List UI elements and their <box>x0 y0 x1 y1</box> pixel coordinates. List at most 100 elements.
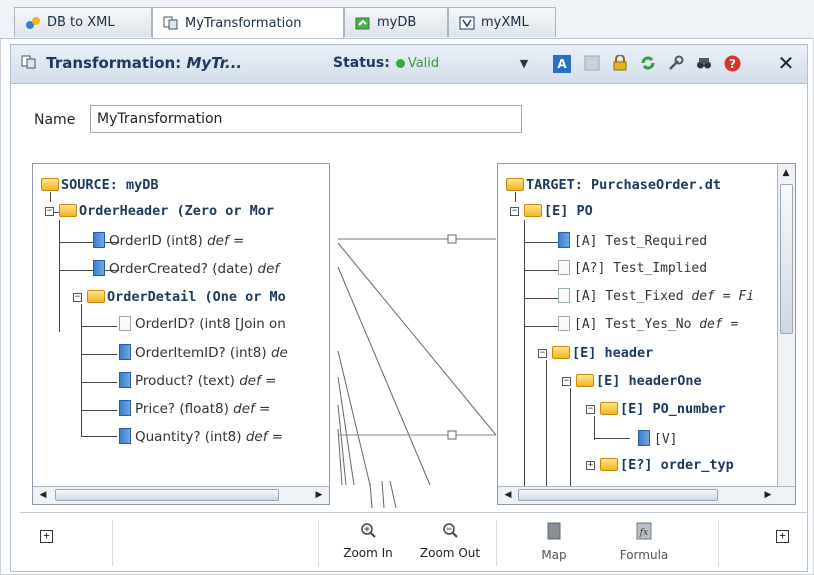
close-icon[interactable]: ✕ <box>777 53 795 73</box>
divider <box>496 520 497 566</box>
find-icon[interactable] <box>695 55 713 73</box>
collapse-icon[interactable]: − <box>586 405 595 414</box>
zoom-in-icon <box>336 522 400 542</box>
attribute-icon <box>558 232 570 248</box>
tree-node-value[interactable]: [V] <box>638 430 677 447</box>
tree-node-orderdetail[interactable]: OrderDetail (One or Mo <box>87 289 286 305</box>
tree-node-header[interactable]: [E] header <box>552 345 653 361</box>
node-label: Quantity? (int8) <box>135 429 242 445</box>
tree-node-orderitemid[interactable]: OrderItemID? (int8) de <box>119 344 288 361</box>
tree-node-orderheader[interactable]: OrderHeader (Zero or Mor <box>59 203 274 219</box>
zoom-out-icon <box>414 522 486 542</box>
tab-label: myXML <box>481 15 529 30</box>
divider <box>112 520 113 566</box>
scroll-up-icon[interactable]: ▲ <box>778 166 794 181</box>
dropdown-icon[interactable]: ▼ <box>515 55 533 73</box>
tools-icon[interactable] <box>667 55 685 73</box>
target-vscrollbar[interactable]: ▲ <box>777 164 795 486</box>
collapse-icon[interactable]: − <box>538 349 547 358</box>
tab-mydb[interactable]: myDB <box>344 7 448 37</box>
help-icon[interactable]: ? <box>723 55 741 73</box>
scroll-right-icon[interactable]: ▶ <box>311 488 327 503</box>
xml-icon <box>459 16 475 30</box>
expand-icon[interactable]: + <box>586 461 595 470</box>
node-label: Price? (float8) <box>135 401 229 417</box>
zoom-in-button[interactable]: Zoom In <box>336 522 400 560</box>
node-label: OrderID? (int8 [Join on <box>135 316 286 332</box>
zoom-in-label: Zoom In <box>343 546 393 560</box>
node-label: [E] headerOne <box>596 373 702 389</box>
target-tree[interactable]: TARGET: PurchaseOrder.dt − [E] PO [A] Te… <box>497 163 796 505</box>
zoom-out-label: Zoom Out <box>419 546 481 560</box>
valid-dot-icon <box>395 58 405 68</box>
lock-icon[interactable] <box>611 54 629 73</box>
scroll-left-icon[interactable]: ◀ <box>35 488 51 503</box>
node-label: [V] <box>654 432 678 447</box>
document-icon <box>558 260 570 275</box>
tree-node-test-yes-no[interactable]: [A] Test_Yes_No def = <box>558 316 738 332</box>
tree-node-order-type[interactable]: [E?] order_typ <box>600 457 734 473</box>
db-xml-icon <box>25 16 41 30</box>
tab-mytransformation[interactable]: MyTransformation <box>152 7 344 38</box>
tree-node-test-fixed[interactable]: [A] Test_Fixed def = Fi <box>558 288 754 304</box>
node-label: OrderItemID? (int8) <box>135 345 267 361</box>
scroll-thumb[interactable] <box>518 489 718 501</box>
map-icon <box>532 522 576 544</box>
target-root[interactable]: TARGET: PurchaseOrder.dt <box>506 177 721 193</box>
text-icon[interactable]: A <box>553 55 571 73</box>
expand-source-icon[interactable]: + <box>40 530 53 543</box>
refresh-icon[interactable] <box>639 55 657 73</box>
source-root[interactable]: SOURCE: myDB <box>41 177 159 193</box>
scroll-thumb[interactable] <box>55 489 279 501</box>
zoom-out-button[interactable]: Zoom Out <box>414 522 486 560</box>
document-icon <box>119 316 131 331</box>
mapping-canvas <box>337 234 497 508</box>
tree-node-orderid[interactable]: OrderID (int8) def = <box>93 232 244 249</box>
tree-node-test-implied[interactable]: [A?] Test_Implied <box>558 260 707 276</box>
title-name: MyTr... <box>186 54 243 72</box>
folder-icon <box>41 178 59 191</box>
name-input[interactable] <box>90 105 522 133</box>
document-icon <box>558 288 570 303</box>
expand-target-icon[interactable]: + <box>776 530 789 543</box>
node-def: def = <box>233 401 271 417</box>
column-icon <box>93 260 105 276</box>
folder-icon <box>524 204 542 217</box>
tree-node-test-required[interactable]: [A] Test_Required <box>558 232 707 249</box>
tree-node-po[interactable]: [E] PO <box>524 203 593 219</box>
tab-myxml[interactable]: myXML <box>448 7 556 37</box>
formula-icon: fx <box>614 522 674 544</box>
tree-node-ordercreated[interactable]: OrderCreated? (date) def <box>93 260 279 277</box>
collapse-icon[interactable]: − <box>73 293 82 302</box>
save-icon[interactable] <box>583 55 601 73</box>
transformation-icon <box>163 16 179 30</box>
divider <box>318 520 319 566</box>
column-icon <box>119 400 131 416</box>
map-label: Map <box>541 548 567 562</box>
folder-icon <box>600 458 618 471</box>
collapse-icon[interactable]: − <box>562 377 571 386</box>
map-button[interactable]: Map <box>532 522 576 562</box>
tree-node-headerone[interactable]: [E] headerOne <box>576 373 702 389</box>
tree-node-po-number[interactable]: [E] PO_number <box>600 401 726 417</box>
formula-button[interactable]: fx Formula <box>614 522 674 562</box>
scroll-right-icon[interactable]: ▶ <box>760 488 776 503</box>
tab-label: MyTransformation <box>185 15 302 31</box>
mapping-node[interactable] <box>447 430 457 440</box>
tab-db-to-xml[interactable]: DB to XML <box>14 7 152 37</box>
tree-node-product[interactable]: Product? (text) def = <box>119 372 276 389</box>
node-def: def <box>257 261 280 277</box>
scroll-thumb[interactable] <box>780 184 793 334</box>
collapse-icon[interactable]: − <box>45 207 54 216</box>
tree-node-price[interactable]: Price? (float8) def = <box>119 400 270 417</box>
tree-node-quantity[interactable]: Quantity? (int8) def = <box>119 428 283 445</box>
scroll-left-icon[interactable]: ◀ <box>500 488 516 503</box>
target-hscrollbar[interactable]: ◀ ▶ <box>498 486 795 504</box>
tree-node-od-orderid[interactable]: OrderID? (int8 [Join on <box>119 316 286 332</box>
source-tree[interactable]: SOURCE: myDB − OrderHeader (Zero or Mor … <box>32 163 330 505</box>
source-hscrollbar[interactable]: ◀ ▶ <box>33 486 329 504</box>
node-def: def = <box>245 429 284 445</box>
target-root-label: TARGET: PurchaseOrder.dt <box>526 177 722 193</box>
collapse-icon[interactable]: − <box>510 207 519 216</box>
mapping-node[interactable] <box>447 234 457 244</box>
